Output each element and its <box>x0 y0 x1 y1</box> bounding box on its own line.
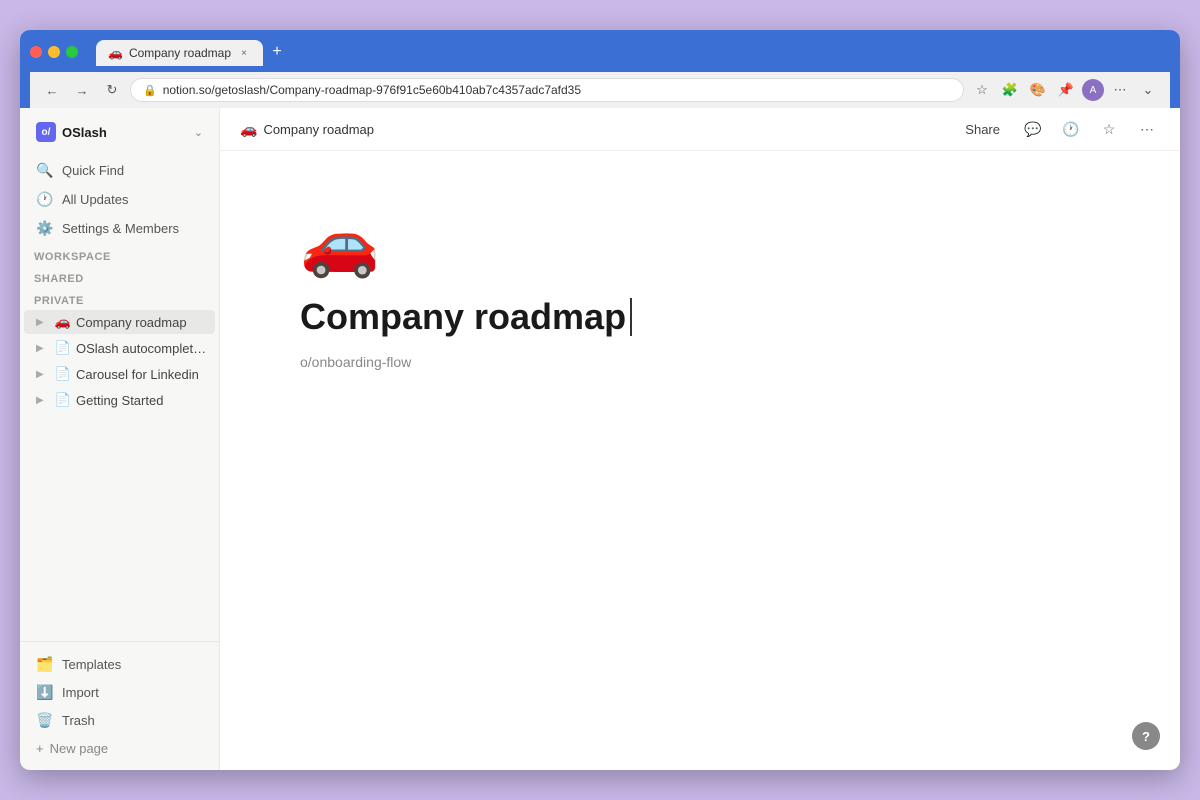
address-lock-icon: 🔒 <box>143 84 157 97</box>
all-updates-label: All Updates <box>62 192 128 207</box>
page-subtitle: o/onboarding-flow <box>300 354 1100 370</box>
settings-icon: ⚙️ <box>36 220 54 237</box>
private-section-label: PRIVATE <box>20 287 219 309</box>
address-url: notion.so/getoslash/Company-roadmap-976f… <box>163 83 951 97</box>
workspace-section-label: WORKSPACE <box>20 243 219 265</box>
title-cursor <box>630 298 632 336</box>
user-avatar[interactable]: A <box>1082 79 1104 101</box>
breadcrumb: 🚗 Company roadmap <box>240 121 957 138</box>
workspace-selector[interactable]: o/ OSlash ⌄ <box>24 112 215 152</box>
car-page-icon: 🚗 <box>54 314 72 330</box>
sidebar-item-all-updates[interactable]: 🕐 All Updates <box>24 186 215 213</box>
sidebar-item-templates[interactable]: 🗂️ Templates <box>24 651 215 678</box>
new-tab-button[interactable]: + <box>263 38 291 66</box>
extension-icon[interactable]: 🧩 <box>998 78 1022 102</box>
nav-forward-button[interactable]: → <box>70 78 94 102</box>
sidebar-item-getting-started[interactable]: ▶ 📄 Getting Started <box>24 388 215 412</box>
workspace-name: OSlash <box>62 125 188 140</box>
sidebar-item-trash[interactable]: 🗑️ Trash <box>24 707 215 734</box>
sidebar: o/ OSlash ⌄ 🔍 Quick Find 🕐 All Updates ⚙… <box>20 108 220 770</box>
page-header: 🚗 Company roadmap Share 💬 🕐 ☆ ⋯ <box>220 108 1180 151</box>
sidebar-item-import[interactable]: ⬇️ Import <box>24 679 215 706</box>
company-roadmap-page-label: Company roadmap <box>76 315 207 330</box>
browser-chevron-down[interactable]: ⌄ <box>1136 78 1160 102</box>
puzzle-icon[interactable]: 🎨 <box>1026 78 1050 102</box>
main-content: 🚗 Company roadmap Share 💬 🕐 ☆ ⋯ 🚗 Compan… <box>220 108 1180 770</box>
traffic-light-green[interactable] <box>66 46 78 58</box>
browser-tab-active[interactable]: 🚗 Company roadmap × <box>96 40 263 66</box>
sidebar-bottom: 🗂️ Templates ⬇️ Import 🗑️ Trash + New pa… <box>20 641 219 770</box>
nav-back-button[interactable]: ← <box>40 78 64 102</box>
breadcrumb-title: Company roadmap <box>263 122 374 137</box>
page-chevron-icon: ▶ <box>36 317 50 328</box>
browser-window: 🚗 Company roadmap × + ← → ↻ 🔒 notion.so/… <box>20 30 1180 770</box>
traffic-light-red[interactable] <box>30 46 42 58</box>
bookmark-icon[interactable]: ☆ <box>970 78 994 102</box>
sidebar-item-carousel-linkedin[interactable]: ▶ 📄 Carousel for Linkedin <box>24 362 215 386</box>
page-title-text: Company roadmap <box>300 295 626 338</box>
traffic-light-yellow[interactable] <box>48 46 60 58</box>
workspace-chevron-icon: ⌄ <box>194 126 203 139</box>
search-icon: 🔍 <box>36 162 54 179</box>
oslash-autocomplete-label: OSlash autocomplete ... <box>76 341 207 356</box>
page-emoji[interactable]: 🚗 <box>300 211 1100 275</box>
pin-icon[interactable]: 📌 <box>1054 78 1078 102</box>
app-layout: o/ OSlash ⌄ 🔍 Quick Find 🕐 All Updates ⚙… <box>20 108 1180 770</box>
new-page-plus-icon: + <box>36 741 44 756</box>
sidebar-item-settings[interactable]: ⚙️ Settings & Members <box>24 215 215 242</box>
templates-icon: 🗂️ <box>36 656 54 673</box>
doc-page-icon: 📄 <box>54 392 72 408</box>
doc-page-icon: 📄 <box>54 366 72 382</box>
comment-button[interactable]: 💬 <box>1020 116 1046 142</box>
address-bar[interactable]: 🔒 notion.so/getoslash/Company-roadmap-97… <box>130 78 964 102</box>
getting-started-label: Getting Started <box>76 393 207 408</box>
trash-icon: 🗑️ <box>36 712 54 729</box>
browser-topbar: 🚗 Company roadmap × + <box>30 38 1170 66</box>
settings-label: Settings & Members <box>62 221 179 236</box>
tab-favicon: 🚗 <box>108 46 123 60</box>
page-chevron-icon: ▶ <box>36 343 50 354</box>
page-title[interactable]: Company roadmap <box>300 295 1100 338</box>
breadcrumb-icon: 🚗 <box>240 121 257 138</box>
templates-label: Templates <box>62 657 121 672</box>
page-chevron-icon: ▶ <box>36 395 50 406</box>
nav-actions: ☆ 🧩 🎨 📌 A ⋯ ⌄ <box>970 78 1160 102</box>
carousel-linkedin-label: Carousel for Linkedin <box>76 367 207 382</box>
workspace-icon: o/ <box>36 122 56 142</box>
help-button[interactable]: ? <box>1132 722 1160 750</box>
import-label: Import <box>62 685 99 700</box>
import-icon: ⬇️ <box>36 684 54 701</box>
shared-section-label: SHARED <box>20 265 219 287</box>
browser-navbar: ← → ↻ 🔒 notion.so/getoslash/Company-road… <box>30 72 1170 108</box>
new-page-button[interactable]: + New page <box>24 735 215 762</box>
tab-close-button[interactable]: × <box>237 46 251 60</box>
browser-tabs: 🚗 Company roadmap × + <box>96 38 1170 66</box>
browser-chrome: 🚗 Company roadmap × + ← → ↻ 🔒 notion.so/… <box>20 30 1180 108</box>
nav-refresh-button[interactable]: ↻ <box>100 78 124 102</box>
page-chevron-icon: ▶ <box>36 369 50 380</box>
trash-label: Trash <box>62 713 95 728</box>
new-page-label: New page <box>50 741 109 756</box>
history-button[interactable]: 🕐 <box>1058 116 1084 142</box>
traffic-lights <box>30 46 78 58</box>
tab-title: Company roadmap <box>129 46 231 60</box>
header-actions: Share 💬 🕐 ☆ ⋯ <box>957 116 1160 142</box>
updates-icon: 🕐 <box>36 191 54 208</box>
favorite-button[interactable]: ☆ <box>1096 116 1122 142</box>
page-body: 🚗 Company roadmap o/onboarding-flow <box>220 151 1180 770</box>
page-more-button[interactable]: ⋯ <box>1134 116 1160 142</box>
share-button[interactable]: Share <box>957 118 1008 141</box>
sidebar-item-oslash-autocomplete[interactable]: ▶ 📄 OSlash autocomplete ... <box>24 336 215 360</box>
doc-page-icon: 📄 <box>54 340 72 356</box>
sidebar-item-quick-find[interactable]: 🔍 Quick Find <box>24 157 215 184</box>
browser-more-button[interactable]: ⋯ <box>1108 78 1132 102</box>
sidebar-item-company-roadmap[interactable]: ▶ 🚗 Company roadmap <box>24 310 215 334</box>
quick-find-label: Quick Find <box>62 163 124 178</box>
